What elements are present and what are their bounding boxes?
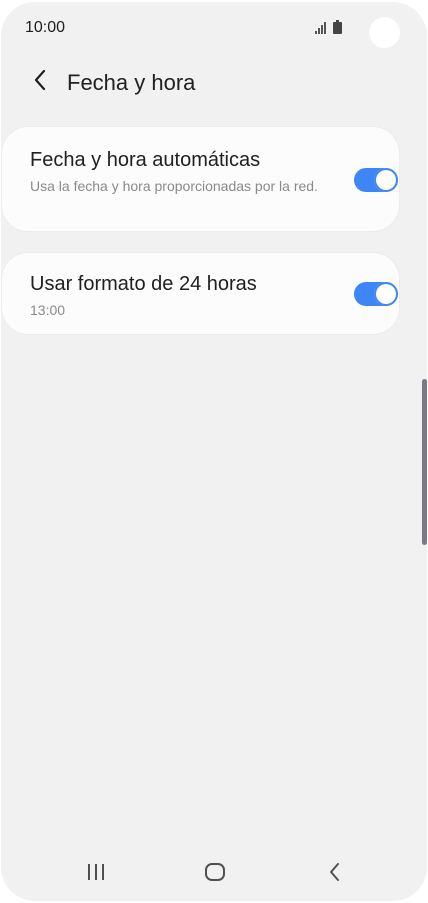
- status-icons: [315, 20, 342, 39]
- setting-24-hour-format[interactable]: Usar formato de 24 horas 13:00: [2, 253, 399, 334]
- phone-screen: 10:00 Fecha y hora Fecha y hora automáti…: [1, 2, 427, 901]
- battery-icon: [333, 20, 342, 39]
- 24-hour-format-toggle[interactable]: [354, 282, 398, 306]
- recents-icon: [86, 863, 106, 886]
- toggle-knob: [374, 282, 398, 306]
- page-title: Fecha y hora: [67, 70, 196, 95]
- home-button[interactable]: [185, 847, 245, 901]
- scrollbar[interactable]: [422, 379, 427, 545]
- camera-cutout: [369, 17, 400, 48]
- nav-back-button[interactable]: [305, 847, 365, 901]
- setting-title: Fecha y hora automáticas: [30, 149, 261, 171]
- setting-auto-date-time[interactable]: Fecha y hora automáticas Usa la fecha y …: [2, 127, 399, 231]
- navigation-bar: [1, 847, 427, 901]
- toggle-knob: [374, 168, 398, 192]
- setting-subtitle: Usa la fecha y hora proporcionadas por l…: [30, 178, 318, 194]
- back-button[interactable]: [23, 65, 57, 99]
- app-bar: Fecha y hora: [1, 60, 427, 106]
- status-bar: 10:00: [1, 2, 427, 54]
- back-icon: [328, 862, 342, 887]
- setting-title: Usar formato de 24 horas: [30, 273, 257, 295]
- status-time: 10:00: [25, 19, 66, 36]
- recents-button[interactable]: [66, 847, 126, 901]
- setting-subtitle: 13:00: [30, 302, 66, 318]
- auto-date-time-toggle[interactable]: [354, 168, 398, 192]
- signal-icon: [315, 21, 328, 39]
- chevron-left-icon: [33, 69, 47, 96]
- home-icon: [204, 862, 226, 887]
